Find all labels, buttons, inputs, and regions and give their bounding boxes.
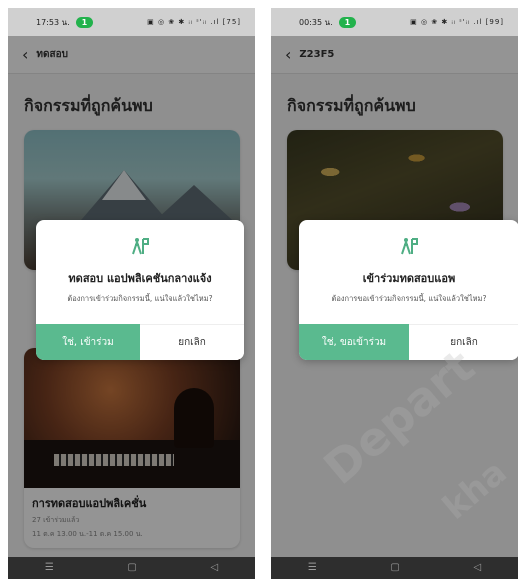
- system-nav-bar: ☰ ▢ ◁: [8, 557, 255, 579]
- join-confirm-dialog: ทดสอบ แอปพลิเคชันกลางแจ้ง ต้องการเข้าร่ว…: [36, 220, 244, 360]
- dialog-message: ต้องการขอเข้าร่วมกิจกรรมนี้, แน่ใจแล้วใช…: [331, 294, 487, 303]
- home-icon[interactable]: ▢: [390, 563, 399, 573]
- status-icons: ▣ ◎ ❀ ✱ ᵢₗ ˢ'ᵢₗ .ıl [99]: [410, 18, 504, 26]
- status-bar: 00:35 น. 1 ▣ ◎ ❀ ✱ ᵢₗ ˢ'ᵢₗ .ıl [99]: [271, 8, 518, 36]
- hiker-flag-icon: [36, 236, 244, 259]
- home-icon[interactable]: ▢: [127, 563, 136, 573]
- confirm-request-button[interactable]: ใช่, ขอเข้าร่วม: [299, 324, 409, 360]
- join-request-dialog: เข้าร่วมทดสอบแอพ ต้องการขอเข้าร่วมกิจกรร…: [299, 220, 518, 360]
- dialog-message: ต้องการเข้าร่วมกิจกรรมนี้, แน่ใจแล้วใช่ไ…: [67, 294, 213, 303]
- status-icons: ▣ ◎ ❀ ✱ ᵢₗ ˢ'ᵢₗ .ıl [75]: [147, 18, 241, 26]
- back-nav-icon[interactable]: ◁: [473, 563, 481, 573]
- hiker-flag-icon: [299, 236, 518, 259]
- status-badge: 1: [338, 16, 357, 28]
- dialog-title: ทดสอบ แอปพลิเคชันกลางแจ้ง: [68, 272, 212, 285]
- dialog-title: เข้าร่วมทดสอบแอพ: [362, 272, 456, 285]
- right-phone-screen: 00:35 น. 1 ▣ ◎ ❀ ✱ ᵢₗ ˢ'ᵢₗ .ıl [99] ‹ Z2…: [271, 8, 518, 579]
- menu-icon[interactable]: ☰: [45, 563, 54, 573]
- left-phone-screen: 17:53 น. 1 ▣ ◎ ❀ ✱ ᵢₗ ˢ'ᵢₗ .ıl [75] ‹ ทด…: [8, 8, 255, 579]
- cancel-button[interactable]: ยกเลิก: [140, 324, 244, 360]
- confirm-join-button[interactable]: ใช่, เข้าร่วม: [36, 324, 140, 360]
- status-time: 00:35 น.: [299, 17, 333, 27]
- back-nav-icon[interactable]: ◁: [210, 563, 218, 573]
- status-bar: 17:53 น. 1 ▣ ◎ ❀ ✱ ᵢₗ ˢ'ᵢₗ .ıl [75]: [8, 8, 255, 36]
- status-badge: 1: [75, 16, 94, 28]
- system-nav-bar: ☰ ▢ ◁: [271, 557, 518, 579]
- cancel-button[interactable]: ยกเลิก: [409, 324, 518, 360]
- menu-icon[interactable]: ☰: [308, 563, 317, 573]
- status-time: 17:53 น.: [36, 17, 70, 27]
